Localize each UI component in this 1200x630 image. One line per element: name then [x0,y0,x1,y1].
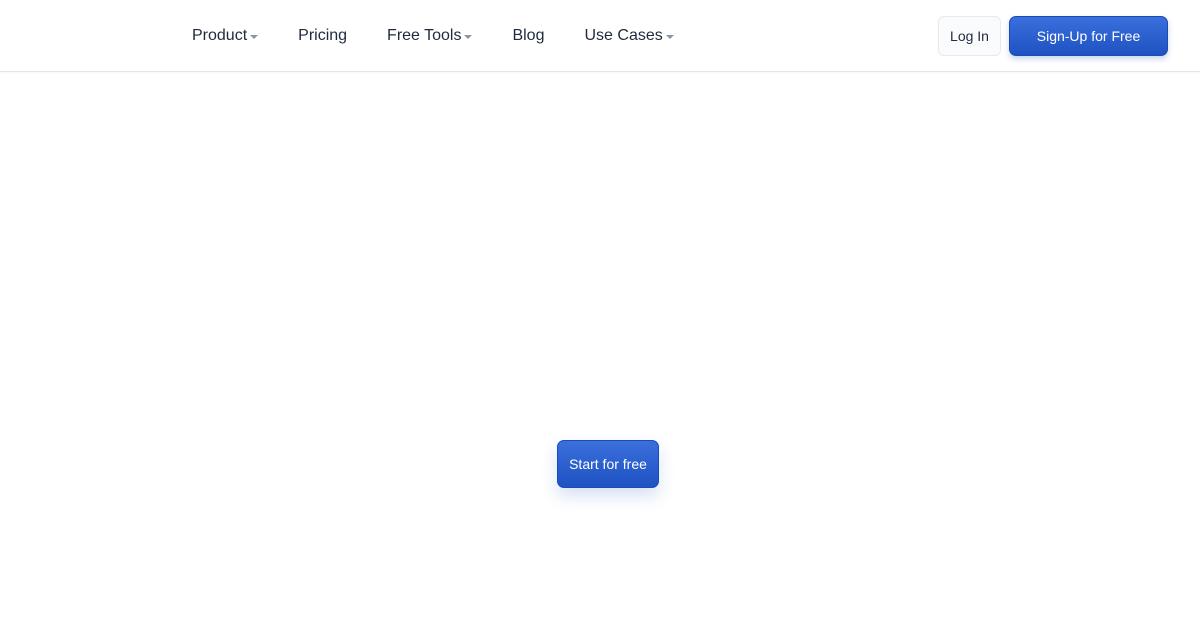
nav-item-pricing[interactable]: Pricing [298,0,347,72]
nav-item-product[interactable]: Product [192,0,259,72]
site-header: Product Pricing Free Tools Blog Use Case… [0,0,1200,72]
nav-item-label: Use Cases [584,27,663,44]
main-nav: Product Pricing Free Tools Blog Use Case… [192,0,674,72]
nav-item-free-tools[interactable]: Free Tools [387,0,473,72]
chevron-down-icon [250,35,259,39]
nav-item-label: Pricing [298,27,348,44]
chevron-down-icon [464,35,473,39]
signup-button[interactable]: Sign-Up for Free [1009,16,1168,56]
nav-item-label: Product [192,27,248,44]
nav-item-label: Free Tools [387,27,462,44]
chevron-down-icon [665,35,674,39]
login-button[interactable]: Log In [938,16,1001,56]
nav-item-use-cases[interactable]: Use Cases [584,0,674,72]
nav-item-blog[interactable]: Blog [512,0,544,72]
nav-item-label: Blog [512,27,545,44]
start-for-free-button[interactable]: Start for free [557,440,659,488]
